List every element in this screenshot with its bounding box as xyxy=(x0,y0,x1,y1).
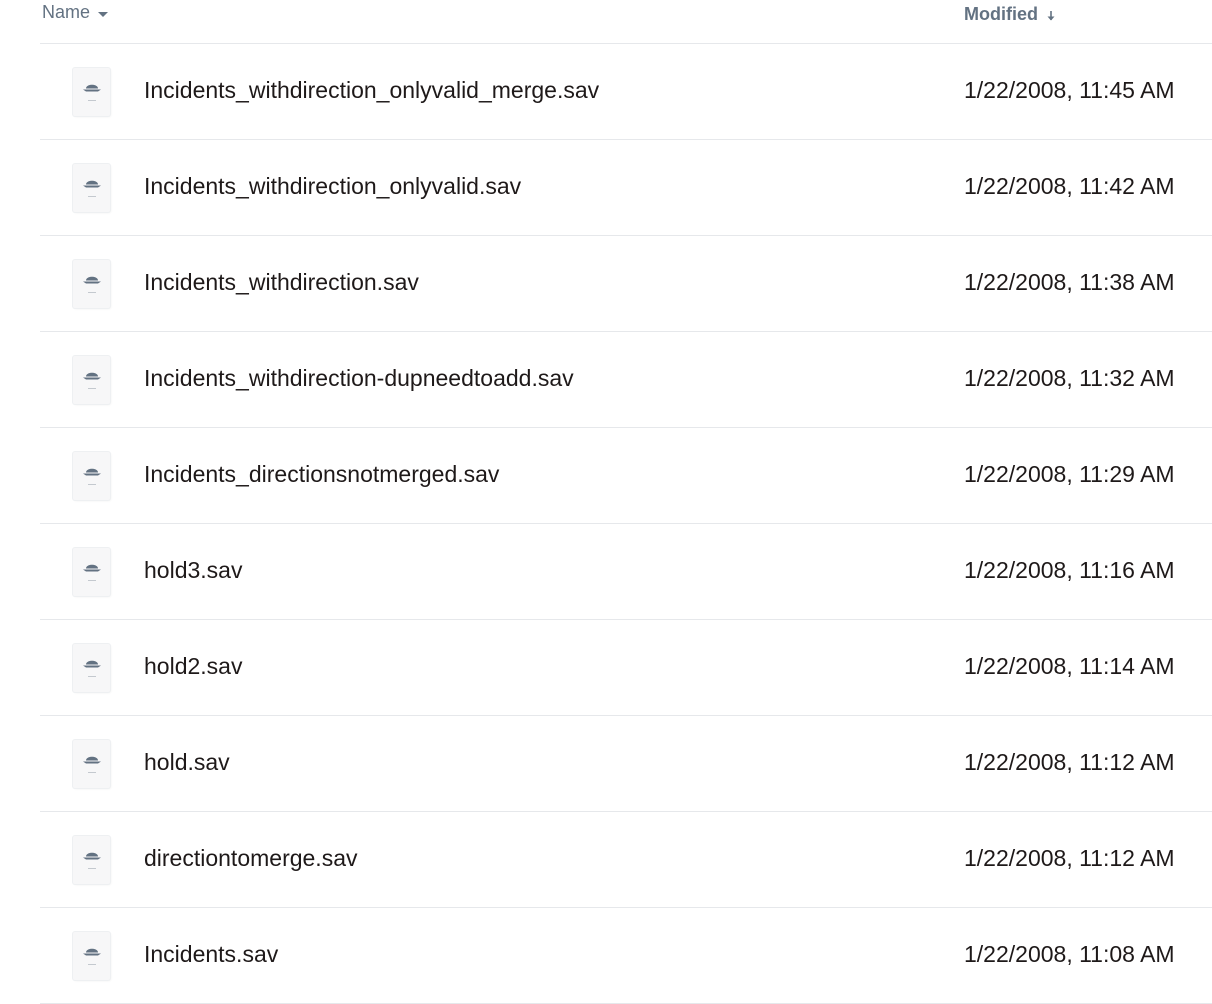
file-name[interactable]: Incidents_withdirection_onlyvalid_merge.… xyxy=(144,77,599,104)
file-name[interactable]: Incidents_withdirection_onlyvalid.sav xyxy=(144,173,521,200)
spss-file-icon xyxy=(73,548,110,596)
sort-by-modified-button[interactable]: Modified xyxy=(964,2,1056,27)
spss-file-icon xyxy=(73,644,110,692)
file-modified-date: 1/22/2008, 11:38 AM xyxy=(964,269,1175,295)
spss-file-icon xyxy=(73,68,110,116)
spss-file-icon xyxy=(73,836,110,884)
file-name[interactable]: Incidents_directionsnotmerged.sav xyxy=(144,461,499,488)
file-list: Name Modified Incidents_withdirection_on… xyxy=(40,0,1212,1004)
file-row[interactable]: Incidents_withdirection_onlyvalid.sav 1/… xyxy=(40,140,1212,236)
file-name[interactable]: Incidents.sav xyxy=(144,941,278,968)
file-modified-date: 1/22/2008, 11:42 AM xyxy=(964,173,1175,199)
file-name[interactable]: Incidents_withdirection-dupneedtoadd.sav xyxy=(144,365,574,392)
spss-file-icon xyxy=(73,356,110,404)
file-row[interactable]: Incidents_withdirection.sav 1/22/2008, 1… xyxy=(40,236,1212,332)
spss-file-icon xyxy=(73,260,110,308)
spss-file-icon xyxy=(73,740,110,788)
file-row[interactable]: hold2.sav 1/22/2008, 11:14 AM xyxy=(40,620,1212,716)
file-row[interactable]: Incidents_withdirection-dupneedtoadd.sav… xyxy=(40,332,1212,428)
spss-file-icon xyxy=(73,452,110,500)
sort-by-name-button[interactable]: Name xyxy=(42,2,109,23)
file-name[interactable]: hold3.sav xyxy=(144,557,242,584)
file-row[interactable]: Incidents_withdirection_onlyvalid_merge.… xyxy=(40,44,1212,140)
list-header: Name Modified xyxy=(40,0,1212,44)
file-modified-date: 1/22/2008, 11:12 AM xyxy=(964,749,1175,775)
file-rows: Incidents_withdirection_onlyvalid_merge.… xyxy=(40,44,1212,1004)
file-name[interactable]: hold2.sav xyxy=(144,653,242,680)
file-name[interactable]: hold.sav xyxy=(144,749,230,776)
file-modified-date: 1/22/2008, 11:29 AM xyxy=(964,461,1175,487)
file-row[interactable]: Incidents_directionsnotmerged.sav 1/22/2… xyxy=(40,428,1212,524)
file-modified-date: 1/22/2008, 11:14 AM xyxy=(964,653,1175,679)
file-name[interactable]: Incidents_withdirection.sav xyxy=(144,269,419,296)
file-name[interactable]: directiontomerge.sav xyxy=(144,845,358,872)
file-row[interactable]: hold3.sav 1/22/2008, 11:16 AM xyxy=(40,524,1212,620)
spss-file-icon xyxy=(73,164,110,212)
spss-file-icon xyxy=(73,932,110,980)
modified-column-label: Modified xyxy=(964,4,1038,24)
file-row[interactable]: hold.sav 1/22/2008, 11:12 AM xyxy=(40,716,1212,812)
file-modified-date: 1/22/2008, 11:12 AM xyxy=(964,845,1175,871)
sort-down-arrow-icon xyxy=(1046,6,1056,27)
file-modified-date: 1/22/2008, 11:08 AM xyxy=(964,941,1175,967)
file-modified-date: 1/22/2008, 11:16 AM xyxy=(964,557,1175,583)
file-row[interactable]: directiontomerge.sav 1/22/2008, 11:12 AM xyxy=(40,812,1212,908)
file-row[interactable]: Incidents.sav 1/22/2008, 11:08 AM xyxy=(40,908,1212,1004)
file-modified-date: 1/22/2008, 11:32 AM xyxy=(964,365,1175,391)
name-column-label: Name xyxy=(42,2,91,22)
file-modified-date: 1/22/2008, 11:45 AM xyxy=(964,77,1175,103)
caret-down-icon xyxy=(98,11,109,17)
